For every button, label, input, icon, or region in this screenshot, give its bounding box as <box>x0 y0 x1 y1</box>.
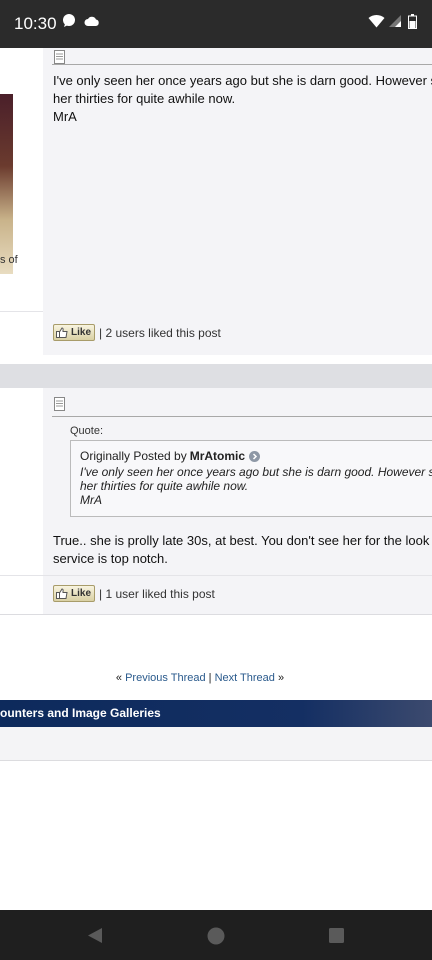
like-button[interactable]: Like <box>53 324 96 341</box>
post-1-message: I've only seen her once years ago but sh… <box>53 72 432 126</box>
cloud-icon <box>84 14 100 32</box>
message-line: I've only seen her once years ago but sh… <box>53 73 432 88</box>
likes-count: | 2 users liked this post <box>99 325 221 340</box>
like-label: Like <box>71 327 92 338</box>
nav-prefix: « <box>115 672 123 684</box>
quote-line: I've only seen her once years ago but sh… <box>80 465 432 479</box>
chat-notification-icon <box>62 14 76 33</box>
post-1-separator <box>52 64 432 65</box>
post-2-separator <box>52 416 432 417</box>
post-1-user-text: s of <box>0 254 18 266</box>
quote-box: Originally Posted by MrAtomic I've only … <box>70 440 432 517</box>
user-divider <box>0 575 43 576</box>
next-thread-link[interactable]: Next Thread <box>215 672 275 684</box>
like-label: Like <box>71 588 92 599</box>
view-post-icon[interactable] <box>249 450 261 462</box>
likes-count: | 1 user liked this post <box>99 586 215 601</box>
status-bar: 10:30 <box>0 0 432 48</box>
post-1-likes: Like | 2 users liked this post <box>53 324 221 341</box>
post-2: Quote: Originally Posted by MrAtomic I'v… <box>0 388 432 614</box>
recents-icon[interactable] <box>329 928 344 943</box>
post-2-header <box>0 364 432 388</box>
forum-title: ounters and Image Galleries <box>0 706 161 720</box>
post-1-userinfo: s of <box>0 48 43 355</box>
message-line: service is top notch. <box>53 551 168 566</box>
battery-icon <box>408 14 417 34</box>
post-2-likes: Like | 1 user liked this post <box>53 585 215 602</box>
post-icon <box>54 50 65 64</box>
thumbs-up-icon <box>56 588 68 599</box>
forum-subbar <box>0 727 432 761</box>
status-time: 10:30 <box>14 14 57 33</box>
signal-icon <box>388 14 402 33</box>
post-2-message: True.. she is prolly late 30s, at best. … <box>53 532 429 568</box>
user-divider <box>0 311 43 312</box>
quote-label: Quote: <box>70 425 104 437</box>
post-icon <box>54 397 65 411</box>
nav-suffix: » <box>277 672 285 684</box>
avatar[interactable] <box>0 94 13 274</box>
like-button[interactable]: Like <box>53 585 96 602</box>
thumbs-up-icon <box>56 327 68 338</box>
thread-navigation: « Previous Thread | Next Thread » <box>0 672 400 684</box>
forum-title-bar[interactable]: ounters and Image Galleries <box>0 700 432 727</box>
quote-author[interactable]: MrAtomic <box>190 449 245 463</box>
quote-text: I've only seen her once years ago but sh… <box>80 465 432 507</box>
post-1: s of I've only seen her once years ago b… <box>0 48 432 355</box>
post-2-body: Quote: Originally Posted by MrAtomic I'v… <box>43 388 432 614</box>
wifi-icon <box>368 14 385 33</box>
post-gap <box>0 355 432 364</box>
message-line: True.. she is prolly late 30s, at best. … <box>53 533 430 548</box>
previous-thread-link[interactable]: Previous Thread <box>125 672 206 684</box>
back-icon[interactable] <box>87 927 103 944</box>
post-2-userinfo <box>0 388 43 614</box>
quote-line: her thirties for quite awhile now. <box>80 479 249 493</box>
post-1-body: I've only seen her once years ago but sh… <box>43 48 432 355</box>
quote-prefix: Originally Posted by <box>80 449 187 463</box>
quote-line: MrA <box>80 493 102 507</box>
message-line: MrA <box>53 109 77 124</box>
quote-attribution: Originally Posted by MrAtomic <box>80 449 261 463</box>
likes-divider <box>43 575 432 576</box>
post-2-bottom-border <box>0 614 432 615</box>
system-navigation-bar <box>0 910 432 960</box>
home-icon[interactable] <box>207 927 225 945</box>
message-line: her thirties for quite awhile now. <box>53 91 236 106</box>
nav-separator: | <box>208 672 212 684</box>
